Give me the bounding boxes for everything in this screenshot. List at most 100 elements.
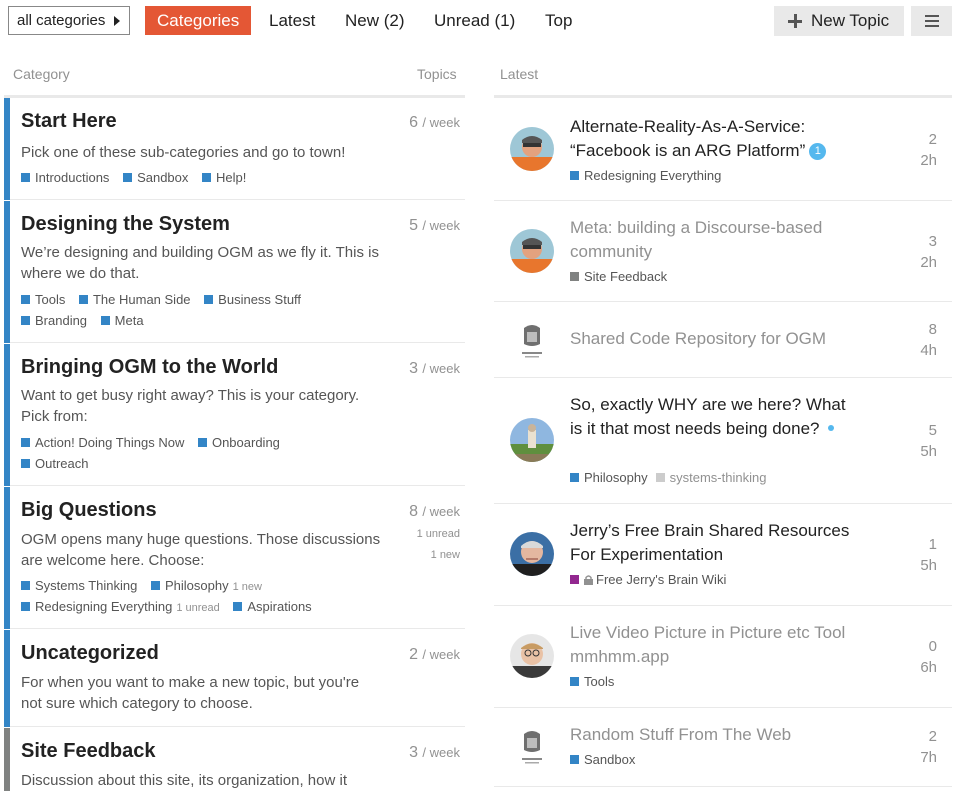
subcategory-outreach[interactable]: Outreach <box>21 456 88 471</box>
unread-count[interactable]: 1 unread <box>417 528 460 540</box>
category-row-uncategorized[interactable]: Uncategorized 2 / week For when you want… <box>4 630 465 727</box>
topic-row[interactable]: Alternate-Reality-As-A-Service: “Faceboo… <box>494 98 952 201</box>
topic-rate: 8 / week <box>409 503 460 520</box>
topic-rate: 5 / week <box>409 217 460 234</box>
tab-latest[interactable]: Latest <box>269 6 315 35</box>
subcategory-meta[interactable]: Meta <box>100 313 144 328</box>
avatar[interactable] <box>510 532 554 576</box>
subcategory-branding[interactable]: Branding <box>21 313 87 328</box>
tab-unread[interactable]: Unread (1) <box>434 6 515 35</box>
subcategory-aspirations[interactable]: Aspirations <box>233 599 312 614</box>
topic-title[interactable]: So, exactly WHY are we here? What is it … <box>570 393 850 441</box>
subcategory-list: Branding Meta <box>21 313 154 328</box>
avatar[interactable] <box>510 634 554 678</box>
new-topic-button[interactable]: New Topic <box>774 6 904 36</box>
topic-row[interactable]: Random Stuff From The Web Sandbox 2 7h <box>494 709 952 787</box>
category-row-bringing-ogm[interactable]: Bringing OGM to the World 3 / week Want … <box>4 344 465 486</box>
post-count: 2 <box>928 131 937 148</box>
tab-new[interactable]: New (2) <box>345 6 405 35</box>
topic-title[interactable]: Shared Code Repository for OGM <box>570 327 850 351</box>
subcategory-list: Outreach <box>21 456 98 471</box>
activity-age[interactable]: 6h <box>920 657 937 678</box>
category-name[interactable]: Start Here <box>21 110 117 133</box>
category-row-big-questions[interactable]: Big Questions 8 / week 1 unread 1 new OG… <box>4 487 465 629</box>
category-row-site-feedback[interactable]: Site Feedback 3 / week Discussion about … <box>4 728 465 791</box>
topic-row[interactable]: Live Video Picture in Picture etc Tool m… <box>494 607 952 708</box>
subcategory-business-stuff[interactable]: Business Stuff <box>204 292 301 307</box>
category-name[interactable]: Bringing OGM to the World <box>21 356 278 379</box>
activity-age[interactable]: 4h <box>920 340 937 361</box>
topic-title[interactable]: Live Video Picture in Picture etc Tool m… <box>570 621 850 669</box>
category-color-bar <box>4 630 10 727</box>
plus-icon <box>788 14 802 28</box>
activity-age[interactable]: 5h <box>920 555 937 576</box>
subcategory-list: Redesigning Everything 1 unread Aspiratio… <box>21 599 322 614</box>
topic-category[interactable]: Philosophy systems-thinking <box>570 470 766 485</box>
unread-count-badge[interactable]: 1 <box>809 143 827 160</box>
new-topic-label: New Topic <box>811 11 890 30</box>
topic-tag[interactable]: systems-thinking <box>655 470 766 485</box>
subcategory-the-human-side[interactable]: The Human Side <box>78 292 191 307</box>
category-name[interactable]: Site Feedback <box>21 740 156 763</box>
topic-title[interactable]: Jerry’s Free Brain Shared Resources For … <box>570 519 850 567</box>
tab-top[interactable]: Top <box>545 6 572 35</box>
topic-rate: 3 / week <box>409 744 460 761</box>
topic-row[interactable]: Jerry’s Free Brain Shared Resources For … <box>494 505 952 606</box>
subcategory-introductions[interactable]: Introductions <box>21 170 109 185</box>
category-description: We’re designing and building OGM as we f… <box>21 244 379 282</box>
subcategory-redesigning-everything[interactable]: Redesigning Everything 1 unread <box>21 599 220 614</box>
subcategory-sandbox[interactable]: Sandbox <box>123 170 188 185</box>
topic-category[interactable]: Tools <box>570 674 614 689</box>
hamburger-icon <box>925 15 939 17</box>
topic-category[interactable]: Redesigning Everything <box>570 168 721 183</box>
topic-category[interactable]: Site Feedback <box>570 269 667 284</box>
avatar[interactable] <box>510 318 554 362</box>
category-name[interactable]: Uncategorized <box>21 642 159 665</box>
post-count: 2 <box>928 728 937 745</box>
topic-category[interactable]: Sandbox <box>570 752 635 767</box>
hamburger-menu-button[interactable] <box>911 6 952 36</box>
category-name[interactable]: Designing the System <box>21 213 230 236</box>
post-count: 5 <box>928 422 937 439</box>
topic-row[interactable]: So, exactly WHY are we here? What is it … <box>494 379 952 504</box>
avatar[interactable] <box>510 127 554 171</box>
subcategory-action[interactable]: Action! Doing Things Now <box>21 435 184 450</box>
subcategory-tools[interactable]: Tools <box>21 292 65 307</box>
caret-right-icon <box>114 16 120 26</box>
post-count: 0 <box>928 638 937 655</box>
category-row-designing-the-system[interactable]: Designing the System 5 / week We’re desi… <box>4 201 465 343</box>
activity-age[interactable]: 2h <box>920 252 937 273</box>
avatar[interactable] <box>510 724 554 768</box>
new-count[interactable]: 1 new <box>431 549 460 561</box>
avatar[interactable] <box>510 229 554 273</box>
new-topic-dot <box>827 425 834 431</box>
activity-age[interactable]: 7h <box>920 747 937 768</box>
topic-rate: 3 / week <box>409 360 460 377</box>
subcategory-list: Action! Doing Things Now Onboarding <box>21 435 290 450</box>
topic-title[interactable]: Alternate-Reality-As-A-Service: “Faceboo… <box>570 115 850 163</box>
category-column-header: Category <box>13 66 70 82</box>
category-color-bar <box>4 728 10 791</box>
subcategory-systems-thinking[interactable]: Systems Thinking <box>21 578 137 593</box>
category-dropdown[interactable]: all categories <box>8 6 130 35</box>
subcategory-onboarding[interactable]: Onboarding <box>197 435 280 450</box>
topic-rate: 6 / week <box>409 114 460 131</box>
category-row-start-here[interactable]: Start Here 6 / week Pick one of these su… <box>4 98 465 200</box>
subcategory-help[interactable]: Help! <box>202 170 246 185</box>
category-description: For when you want to make a new topic, b… <box>21 674 360 712</box>
subcategory-list: Introductions Sandbox Help! <box>21 170 256 185</box>
post-count: 1 <box>928 536 937 553</box>
category-description: Want to get busy right away? This is you… <box>21 387 360 425</box>
activity-age[interactable]: 2h <box>920 150 937 171</box>
topic-stats: 3 2h <box>920 231 937 273</box>
topic-row[interactable]: Shared Code Repository for OGM 8 4h <box>494 303 952 378</box>
avatar[interactable] <box>510 418 554 462</box>
topic-title[interactable]: Meta: building a Discourse-based communi… <box>570 216 850 264</box>
tab-categories[interactable]: Categories <box>145 6 252 35</box>
topic-category[interactable]: Free Jerry's Brain Wiki <box>570 572 726 587</box>
activity-age[interactable]: 5h <box>920 441 937 462</box>
category-name[interactable]: Big Questions <box>21 499 157 522</box>
subcategory-philosophy[interactable]: Philosophy 1 new <box>150 578 262 593</box>
topic-title[interactable]: Random Stuff From The Web <box>570 723 850 747</box>
topic-row[interactable]: Meta: building a Discourse-based communi… <box>494 202 952 302</box>
